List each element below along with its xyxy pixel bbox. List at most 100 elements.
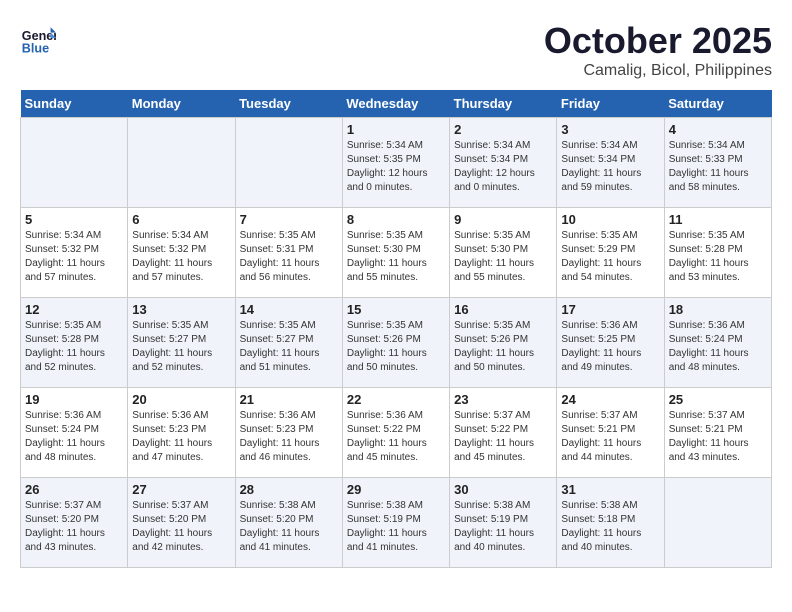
day-info: Sunrise: 5:35 AM Sunset: 5:28 PM Dayligh… <box>25 319 123 375</box>
day-info: Sunrise: 5:37 AM Sunset: 5:20 PM Dayligh… <box>25 499 123 555</box>
day-info: Sunrise: 5:34 AM Sunset: 5:35 PM Dayligh… <box>347 139 445 195</box>
svg-text:Blue: Blue <box>22 41 49 55</box>
day-info: Sunrise: 5:34 AM Sunset: 5:34 PM Dayligh… <box>561 139 659 195</box>
calendar-cell: 14 Sunrise: 5:35 AM Sunset: 5:27 PM Dayli… <box>235 298 342 388</box>
calendar-cell: 27 Sunrise: 5:37 AM Sunset: 5:20 PM Dayli… <box>128 478 235 568</box>
day-info: Sunrise: 5:34 AM Sunset: 5:33 PM Dayligh… <box>669 139 767 195</box>
day-number: 26 <box>25 482 123 497</box>
logo: General Blue <box>20 20 56 56</box>
day-number: 17 <box>561 302 659 317</box>
day-info: Sunrise: 5:34 AM Sunset: 5:32 PM Dayligh… <box>132 229 230 285</box>
calendar-cell: 15Sunrise: 5:35 AM Sunset: 5:26 PM Dayli… <box>342 298 449 388</box>
day-number: 31 <box>561 482 659 497</box>
day-number: 30 <box>454 482 552 497</box>
day-number: 24 <box>561 392 659 407</box>
day-number: 20 <box>132 392 230 407</box>
day-number: 22 <box>347 392 445 407</box>
day-number: 7 <box>240 212 338 227</box>
day-info: Sunrise: 5:38 AM Sunset: 5:19 PM Dayligh… <box>347 499 445 555</box>
day-info: Sunrise: 5:35 AM Sunset: 5:30 PM Dayligh… <box>454 229 552 285</box>
calendar-cell: 28 Sunrise: 5:38 AM Sunset: 5:20 PM Dayli… <box>235 478 342 568</box>
calendar-cell: 22Sunrise: 5:36 AM Sunset: 5:22 PM Dayli… <box>342 388 449 478</box>
day-number: 23 <box>454 392 552 407</box>
day-info: Sunrise: 5:35 AM Sunset: 5:28 PM Dayligh… <box>669 229 767 285</box>
day-number: 29 <box>347 482 445 497</box>
day-info: Sunrise: 5:35 AM Sunset: 5:26 PM Dayligh… <box>347 319 445 375</box>
calendar-cell: 11Sunrise: 5:35 AM Sunset: 5:28 PM Dayli… <box>664 208 771 298</box>
logo-icon: General Blue <box>20 20 56 56</box>
calendar-cell <box>235 118 342 208</box>
day-number: 25 <box>669 392 767 407</box>
day-info: Sunrise: 5:35 AM Sunset: 5:27 PM Dayligh… <box>132 319 230 375</box>
day-info: Sunrise: 5:36 AM Sunset: 5:24 PM Dayligh… <box>25 409 123 465</box>
day-info: Sunrise: 5:35 AM Sunset: 5:31 PM Dayligh… <box>240 229 338 285</box>
day-info: Sunrise: 5:35 AM Sunset: 5:29 PM Dayligh… <box>561 229 659 285</box>
calendar-cell: 30 Sunrise: 5:38 AM Sunset: 5:19 PM Dayli… <box>450 478 557 568</box>
week-row-4: 19 Sunrise: 5:36 AM Sunset: 5:24 PM Dayli… <box>21 388 772 478</box>
col-header-monday: Monday <box>128 90 235 118</box>
header-row: SundayMondayTuesdayWednesdayThursdayFrid… <box>21 90 772 118</box>
week-row-2: 5 Sunrise: 5:34 AM Sunset: 5:32 PM Daylig… <box>21 208 772 298</box>
calendar-cell: 26 Sunrise: 5:37 AM Sunset: 5:20 PM Dayli… <box>21 478 128 568</box>
col-header-saturday: Saturday <box>664 90 771 118</box>
day-number: 28 <box>240 482 338 497</box>
calendar-cell: 8 Sunrise: 5:35 AM Sunset: 5:30 PM Daylig… <box>342 208 449 298</box>
day-number: 9 <box>454 212 552 227</box>
day-info: Sunrise: 5:37 AM Sunset: 5:22 PM Dayligh… <box>454 409 552 465</box>
day-info: Sunrise: 5:35 AM Sunset: 5:27 PM Dayligh… <box>240 319 338 375</box>
page-header: General Blue October 2025 Camalig, Bicol… <box>20 20 772 80</box>
day-info: Sunrise: 5:36 AM Sunset: 5:24 PM Dayligh… <box>669 319 767 375</box>
day-info: Sunrise: 5:38 AM Sunset: 5:19 PM Dayligh… <box>454 499 552 555</box>
col-header-sunday: Sunday <box>21 90 128 118</box>
day-info: Sunrise: 5:38 AM Sunset: 5:20 PM Dayligh… <box>240 499 338 555</box>
day-number: 10 <box>561 212 659 227</box>
day-info: Sunrise: 5:37 AM Sunset: 5:21 PM Dayligh… <box>669 409 767 465</box>
week-row-3: 12 Sunrise: 5:35 AM Sunset: 5:28 PM Dayli… <box>21 298 772 388</box>
calendar-cell <box>21 118 128 208</box>
day-number: 13 <box>132 302 230 317</box>
calendar-cell: 10 Sunrise: 5:35 AM Sunset: 5:29 PM Dayli… <box>557 208 664 298</box>
day-number: 8 <box>347 212 445 227</box>
week-row-5: 26 Sunrise: 5:37 AM Sunset: 5:20 PM Dayli… <box>21 478 772 568</box>
calendar-cell: 5 Sunrise: 5:34 AM Sunset: 5:32 PM Daylig… <box>21 208 128 298</box>
day-info: Sunrise: 5:36 AM Sunset: 5:23 PM Dayligh… <box>240 409 338 465</box>
calendar-cell: 17 Sunrise: 5:36 AM Sunset: 5:25 PM Dayli… <box>557 298 664 388</box>
day-number: 2 <box>454 122 552 137</box>
calendar-cell: 1Sunrise: 5:34 AM Sunset: 5:35 PM Daylig… <box>342 118 449 208</box>
calendar-cell: 18 Sunrise: 5:36 AM Sunset: 5:24 PM Dayli… <box>664 298 771 388</box>
calendar-cell: 6 Sunrise: 5:34 AM Sunset: 5:32 PM Daylig… <box>128 208 235 298</box>
day-info: Sunrise: 5:37 AM Sunset: 5:20 PM Dayligh… <box>132 499 230 555</box>
day-number: 18 <box>669 302 767 317</box>
col-header-wednesday: Wednesday <box>342 90 449 118</box>
calendar-cell <box>664 478 771 568</box>
col-header-tuesday: Tuesday <box>235 90 342 118</box>
day-number: 21 <box>240 392 338 407</box>
page-title: October 2025 <box>544 20 772 62</box>
calendar-cell: 16 Sunrise: 5:35 AM Sunset: 5:26 PM Dayli… <box>450 298 557 388</box>
week-row-1: 1Sunrise: 5:34 AM Sunset: 5:35 PM Daylig… <box>21 118 772 208</box>
calendar-cell: 23 Sunrise: 5:37 AM Sunset: 5:22 PM Dayli… <box>450 388 557 478</box>
day-info: Sunrise: 5:35 AM Sunset: 5:30 PM Dayligh… <box>347 229 445 285</box>
day-number: 5 <box>25 212 123 227</box>
day-number: 3 <box>561 122 659 137</box>
calendar-cell: 13 Sunrise: 5:35 AM Sunset: 5:27 PM Dayli… <box>128 298 235 388</box>
day-number: 16 <box>454 302 552 317</box>
calendar-cell: 25 Sunrise: 5:37 AM Sunset: 5:21 PM Dayli… <box>664 388 771 478</box>
calendar-cell <box>128 118 235 208</box>
day-info: Sunrise: 5:34 AM Sunset: 5:34 PM Dayligh… <box>454 139 552 195</box>
title-block: October 2025 Camalig, Bicol, Philippines <box>544 20 772 80</box>
day-number: 27 <box>132 482 230 497</box>
day-info: Sunrise: 5:36 AM Sunset: 5:25 PM Dayligh… <box>561 319 659 375</box>
day-number: 12 <box>25 302 123 317</box>
calendar-cell: 31Sunrise: 5:38 AM Sunset: 5:18 PM Dayli… <box>557 478 664 568</box>
day-number: 14 <box>240 302 338 317</box>
day-number: 6 <box>132 212 230 227</box>
col-header-thursday: Thursday <box>450 90 557 118</box>
calendar-cell: 2 Sunrise: 5:34 AM Sunset: 5:34 PM Daylig… <box>450 118 557 208</box>
day-number: 19 <box>25 392 123 407</box>
day-info: Sunrise: 5:35 AM Sunset: 5:26 PM Dayligh… <box>454 319 552 375</box>
calendar-cell: 3 Sunrise: 5:34 AM Sunset: 5:34 PM Daylig… <box>557 118 664 208</box>
day-info: Sunrise: 5:34 AM Sunset: 5:32 PM Dayligh… <box>25 229 123 285</box>
calendar-cell: 24 Sunrise: 5:37 AM Sunset: 5:21 PM Dayli… <box>557 388 664 478</box>
day-info: Sunrise: 5:37 AM Sunset: 5:21 PM Dayligh… <box>561 409 659 465</box>
